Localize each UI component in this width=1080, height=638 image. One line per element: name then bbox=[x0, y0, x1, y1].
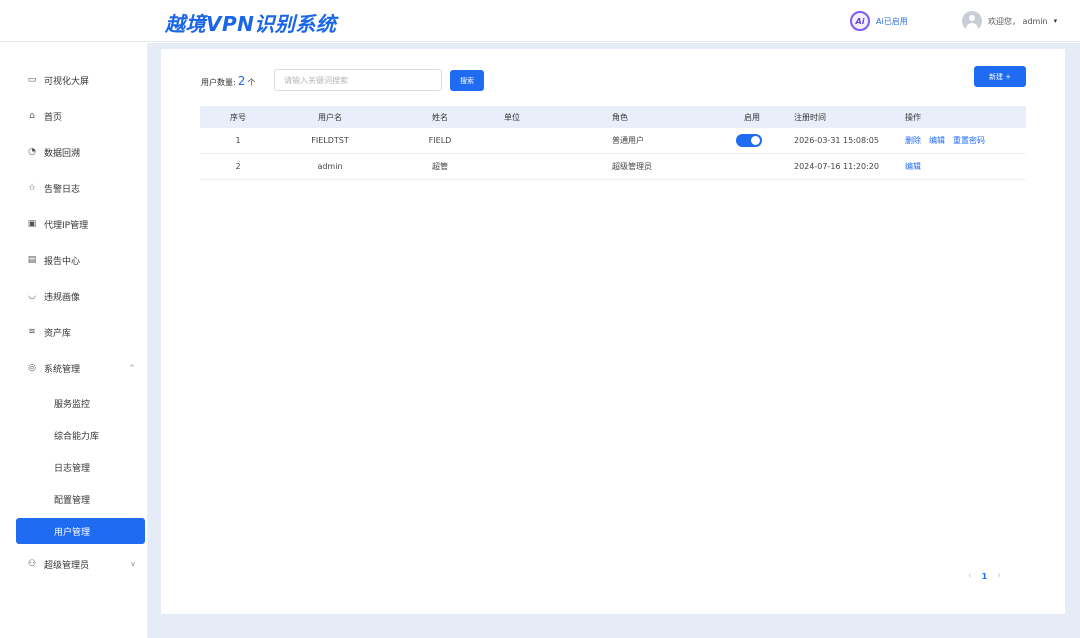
column-header: 用户名 bbox=[318, 112, 342, 122]
cell-role: 超级管理员 bbox=[612, 162, 652, 171]
sidebar-item-asset-library[interactable]: ≋ 资产库 bbox=[16, 319, 145, 345]
edit-link[interactable]: 编辑 bbox=[905, 161, 921, 172]
new-user-button[interactable]: 新建 + bbox=[974, 66, 1026, 87]
ai-icon: Ai bbox=[850, 11, 870, 31]
sidebar-item-system-management[interactable]: ◎ 系统管理 ^ bbox=[16, 355, 145, 381]
column-header: 注册时间 bbox=[794, 112, 826, 122]
user-count-label: 用户数量: bbox=[201, 78, 236, 87]
clock-icon: ◔ bbox=[28, 147, 36, 157]
user-count-value: 2 bbox=[237, 74, 246, 88]
top-header: 越境VPN识别系统 Ai Ai已启用 欢迎您， admin ▾ bbox=[0, 0, 1080, 42]
sidebar-subitem-label: 日志管理 bbox=[54, 463, 91, 474]
sidebar-item-violation-profile[interactable]: ◡ 违规画像 bbox=[16, 283, 145, 309]
page-number[interactable]: 1 bbox=[982, 572, 988, 581]
column-header: 启用 bbox=[744, 112, 760, 122]
sidebar-item-label: 超级管理员 bbox=[44, 560, 90, 571]
sidebar-item-data-backtrack[interactable]: ◔ 数据回溯 bbox=[16, 139, 145, 165]
cell-no: 2 bbox=[235, 162, 241, 171]
cell-actions: 删除 编辑 重置密码 bbox=[905, 128, 993, 153]
user-count-unit: 个 bbox=[247, 78, 256, 87]
monitor-icon: ▭ bbox=[27, 75, 37, 85]
prev-page-button[interactable]: ‹ bbox=[968, 571, 972, 581]
sidebar-subitem-log-management[interactable]: 日志管理 bbox=[16, 454, 145, 480]
cell-name: 超管 bbox=[432, 162, 448, 171]
sidebar-item-label: 系统管理 bbox=[44, 364, 81, 375]
sidebar-subitem-config-management[interactable]: 配置管理 bbox=[16, 486, 145, 512]
sidebar-item-dashboard[interactable]: ▭ 可视化大屏 bbox=[16, 67, 145, 93]
pagination: ‹ 1 › bbox=[968, 571, 1001, 581]
sidebar-subitem-label: 用户管理 bbox=[54, 527, 91, 538]
sidebar-subitem-label: 服务监控 bbox=[54, 399, 91, 410]
chevron-down-icon: v bbox=[130, 560, 135, 568]
sidebar-item-report-center[interactable]: ▤ 报告中心 bbox=[16, 247, 145, 273]
layers-icon: ≋ bbox=[28, 327, 36, 337]
user-count: 用户数量: 2 个 bbox=[201, 74, 255, 88]
next-page-button[interactable]: › bbox=[997, 571, 1001, 581]
welcome-text: 欢迎您， admin bbox=[988, 16, 1048, 26]
sidebar-item-proxy-ip[interactable]: ▣ 代理IP管理 bbox=[16, 211, 145, 237]
report-icon: ▤ bbox=[27, 255, 37, 265]
reset-password-link[interactable]: 重置密码 bbox=[953, 135, 985, 146]
column-header: 单位 bbox=[504, 112, 520, 122]
sidebar-item-label: 首页 bbox=[44, 112, 63, 123]
cell-name: FIELD bbox=[428, 136, 452, 145]
user-menu[interactable]: 欢迎您， admin ▾ bbox=[962, 11, 1057, 31]
home-icon: ⌂ bbox=[29, 111, 35, 121]
chevron-up-icon: ^ bbox=[129, 364, 135, 372]
user-icon: ⚇ bbox=[27, 559, 37, 569]
cell-role: 普通用户 bbox=[612, 136, 644, 145]
cell-actions: 编辑 bbox=[905, 154, 929, 179]
avatar bbox=[962, 11, 982, 31]
user-table: 序号 用户名 姓名 单位 角色 启用 注册时间 操作 1 FIELDTST FI… bbox=[200, 106, 1026, 180]
table-header: 序号 用户名 姓名 单位 角色 启用 注册时间 操作 bbox=[200, 106, 1026, 128]
ai-status[interactable]: Ai Ai已启用 bbox=[850, 11, 908, 31]
table-row: 2 admin 超管 超级管理员 2024-07-16 11:20:20 编辑 bbox=[200, 154, 1026, 180]
sidebar-item-label: 可视化大屏 bbox=[44, 76, 90, 87]
sidebar-item-label: 代理IP管理 bbox=[44, 220, 89, 231]
search-input[interactable] bbox=[274, 69, 442, 91]
sidebar-subitem-label: 配置管理 bbox=[54, 495, 91, 506]
shield-icon: ◡ bbox=[28, 291, 36, 301]
ai-status-label: Ai已启用 bbox=[876, 16, 908, 26]
cell-reg-time: 2026-03-31 15:08:05 bbox=[794, 136, 879, 145]
enable-toggle[interactable] bbox=[736, 134, 762, 147]
column-header: 姓名 bbox=[432, 112, 448, 122]
sidebar-item-alert-log[interactable]: ☆ 告警日志 bbox=[16, 175, 145, 201]
sidebar-subitem-service-monitor[interactable]: 服务监控 bbox=[16, 390, 145, 416]
cell-enabled bbox=[736, 128, 762, 153]
sidebar-subitem-capability-library[interactable]: 综合能力库 bbox=[16, 422, 145, 448]
sidebar-item-home[interactable]: ⌂ 首页 bbox=[16, 103, 145, 129]
column-header: 角色 bbox=[612, 112, 628, 122]
cell-no: 1 bbox=[235, 136, 241, 145]
cell-username: admin bbox=[317, 162, 343, 171]
sidebar-item-label: 资产库 bbox=[44, 328, 72, 339]
sidebar-item-label: 报告中心 bbox=[44, 256, 81, 267]
app-title: 越境VPN识别系统 bbox=[165, 12, 337, 36]
sidebar-subitem-user-management[interactable]: 用户管理 bbox=[16, 518, 145, 544]
search-button[interactable]: 搜索 bbox=[450, 70, 484, 91]
alert-icon: ☆ bbox=[27, 183, 37, 193]
sidebar-item-label: 数据回溯 bbox=[44, 148, 81, 159]
chevron-down-icon: ▾ bbox=[1053, 17, 1058, 25]
edit-link[interactable]: 编辑 bbox=[929, 135, 945, 146]
table-row: 1 FIELDTST FIELD 普通用户 2026-03-31 15:08:0… bbox=[200, 128, 1026, 154]
column-header: 序号 bbox=[230, 112, 246, 122]
cell-username: FIELDTST bbox=[311, 136, 349, 145]
delete-link[interactable]: 删除 bbox=[905, 135, 921, 146]
sidebar-item-label: 告警日志 bbox=[44, 184, 81, 195]
column-header: 操作 bbox=[905, 112, 921, 122]
proxy-icon: ▣ bbox=[27, 219, 37, 229]
sidebar-item-super-admin[interactable]: ⚇ 超级管理员 v bbox=[16, 551, 145, 577]
sidebar-subitem-label: 综合能力库 bbox=[54, 431, 100, 442]
gear-icon: ◎ bbox=[28, 363, 36, 373]
cell-reg-time: 2024-07-16 11:20:20 bbox=[794, 162, 879, 171]
sidebar-item-label: 违规画像 bbox=[44, 292, 81, 303]
